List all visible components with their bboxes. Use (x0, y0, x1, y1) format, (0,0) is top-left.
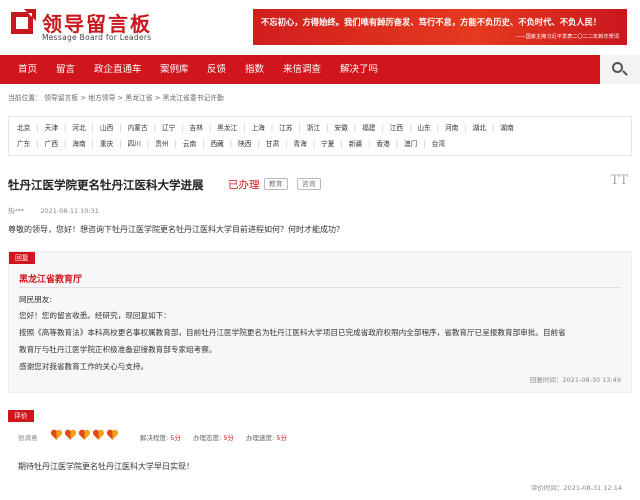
heart-rating (50, 428, 120, 442)
reply-date: 回复时间：2021-08-30 13:49 (529, 376, 621, 384)
divider (19, 287, 621, 288)
region-link[interactable]: 广西 (45, 138, 58, 150)
author: 热*** (8, 207, 25, 215)
region-link[interactable]: 河北 (72, 122, 85, 134)
logo-icon (11, 9, 36, 34)
region-link[interactable]: 内蒙古 (128, 122, 148, 134)
heart-icon (78, 429, 91, 440)
nav-item-solved[interactable]: 解决了吗 (340, 55, 378, 84)
breadcrumb-prefix: 当前位置： (8, 94, 42, 102)
region-link[interactable]: 山东 (417, 122, 430, 134)
region-row: 广东 | 广西 | 海南 | 重庆 | 四川 | 贵州 | 云南 | 西藏 | 陕西 | 甘肃 | 青海 | 宁夏 | 新疆 | 香… (17, 138, 445, 150)
region-link[interactable]: 甘肃 (266, 138, 279, 150)
reply-org: 黑龙江省教育厅 (19, 275, 83, 285)
banner-slogan: 不忘初心，方得始终。我们唯有踔厉奋发、笃行不怠，方能不负历史、不负时代、不负人民… (261, 17, 602, 27)
region-link[interactable]: 青海 (293, 138, 306, 150)
breadcrumb: 当前位置： 领导留言板 > 地方领导 > 黑龙江省 > 黑龙江省委书记许勤 (8, 94, 224, 102)
region-link[interactable]: 重庆 (100, 138, 113, 150)
region-link[interactable]: 台湾 (432, 138, 445, 150)
score-summary: 解决程度: 5分 办理态度: 5分 办理速度: 5分 (140, 434, 287, 442)
region-link[interactable]: 山西 (100, 122, 113, 134)
region-link[interactable]: 浙江 (307, 122, 320, 134)
region-link[interactable]: 安徽 (334, 122, 347, 134)
region-link[interactable]: 澳门 (404, 138, 417, 150)
banner-source: ——国家主席习近平发表二〇二二年新年贺词 (515, 34, 619, 40)
region-link[interactable]: 上海 (252, 122, 265, 134)
message-meta: 热*** 2021-08-11 10:31 (8, 205, 113, 215)
message-title: 牡丹江医学院更名牡丹江医科大学进展 (8, 178, 204, 192)
region-link[interactable]: 福建 (362, 122, 375, 134)
region-link[interactable]: 吉林 (190, 122, 203, 134)
region-selector: 北京 | 天津 | 河北 | 山西 | 内蒙古 | 辽宁 | 吉林 | 黑龙江 | 上海 | 江苏 | 浙江 | 安徽 | 福建… (8, 116, 632, 156)
reply-line: 感谢您对我省教育工作的关心与支持。 (19, 362, 149, 371)
region-link[interactable]: 四川 (128, 138, 141, 150)
rating-comment: 期待牡丹江医学院更名牡丹江医科大学早日实现！ (18, 462, 194, 471)
search-button[interactable] (600, 55, 640, 84)
slogan-banner: 不忘初心，方得始终。我们唯有踔厉奋发、笃行不怠，方能不负历史、不负时代、不负人民… (253, 9, 627, 45)
region-row: 北京 | 天津 | 河北 | 山西 | 内蒙古 | 辽宁 | 吉林 | 黑龙江 | 上海 | 江苏 | 浙江 | 安徽 | 福建… (17, 122, 514, 134)
reply-label: 回复 (9, 252, 35, 264)
region-link[interactable]: 江西 (390, 122, 403, 134)
region-link[interactable]: 云南 (183, 138, 196, 150)
status-badge: 已办理 (228, 179, 260, 191)
region-link[interactable]: 西藏 (210, 138, 223, 150)
nav-item-index[interactable]: 指数 (245, 55, 264, 84)
breadcrumb-item[interactable]: 黑龙江省 (125, 94, 152, 102)
reply-section: 回复 黑龙江省教育厅 网民朋友: 您好！您的留言收悉。经研究，现回复如下： 按照… (8, 251, 632, 393)
tag-education[interactable]: 教育 (264, 178, 288, 190)
nav-item-enterprise[interactable]: 政企直通车 (94, 55, 142, 84)
reply-line: 您好！您的留言收悉。经研究，现回复如下： (19, 311, 171, 320)
region-link[interactable]: 辽宁 (162, 122, 175, 134)
logo-subtitle: Message Board for Leaders (42, 33, 152, 42)
nav-item-cases[interactable]: 案例库 (160, 55, 189, 84)
nav-item-message[interactable]: 留言 (56, 55, 75, 84)
heart-icon (64, 429, 77, 440)
region-link[interactable]: 陕西 (238, 138, 251, 150)
rating-section: 评价 很满意 解决程度: 5分 办理态度: 5分 办理速度: 5分 期待牡丹江医… (8, 410, 632, 500)
heart-icon (50, 429, 63, 440)
breadcrumb-item[interactable]: 黑龙江省委书记许勤 (163, 94, 224, 102)
region-link[interactable]: 湖南 (500, 122, 513, 134)
reply-line: 按照《高等教育法》本科高校更名事权属教育部，目前牡丹江医学院更名为牡丹江医科大学… (19, 328, 566, 337)
region-link[interactable]: 贵州 (155, 138, 168, 150)
breadcrumb-item[interactable]: 领导留言板 (44, 94, 78, 102)
region-link[interactable]: 香港 (376, 138, 389, 150)
region-link[interactable]: 湖北 (473, 122, 486, 134)
region-link[interactable]: 天津 (45, 122, 58, 134)
region-link[interactable]: 北京 (17, 122, 30, 134)
region-link[interactable]: 黑龙江 (217, 122, 237, 134)
nav-item-survey[interactable]: 来信调查 (283, 55, 321, 84)
rating-date: 评价时间：2021-08-31 12:14 (530, 484, 622, 492)
reply-line: 教育厅与牡丹江医学院正积极准备迎接教育部专家组考察。 (19, 345, 217, 354)
heart-icon (92, 429, 105, 440)
font-size-icon[interactable]: TT (610, 173, 628, 188)
tag-inquiry[interactable]: 咨询 (297, 178, 321, 190)
nav-item-home[interactable]: 首页 (18, 55, 37, 84)
main-nav: 首页 留言 政企直通车 案例库 反馈 指数 来信调查 解决了吗 (0, 55, 640, 84)
heart-icon (106, 429, 119, 440)
region-link[interactable]: 广东 (17, 138, 30, 150)
region-link[interactable]: 宁夏 (321, 138, 334, 150)
reply-line: 网民朋友: (19, 295, 52, 304)
message-body: 尊敬的领导，您好！想咨询下牡丹江医学院更名牡丹江医科大学目前进程如何？何时才能成… (8, 225, 344, 234)
region-link[interactable]: 新疆 (349, 138, 362, 150)
region-link[interactable]: 海南 (72, 138, 85, 150)
breadcrumb-item[interactable]: 地方领导 (88, 94, 115, 102)
site-header: 领导留言板 Message Board for Leaders 不忘初心，方得始… (0, 0, 640, 55)
nav-item-feedback[interactable]: 反馈 (207, 55, 226, 84)
region-link[interactable]: 江苏 (279, 122, 292, 134)
satisfaction-label: 很满意 (18, 434, 38, 442)
rating-label: 评价 (8, 410, 34, 422)
message-date: 2021-08-11 10:31 (40, 207, 99, 215)
region-link[interactable]: 河南 (445, 122, 458, 134)
